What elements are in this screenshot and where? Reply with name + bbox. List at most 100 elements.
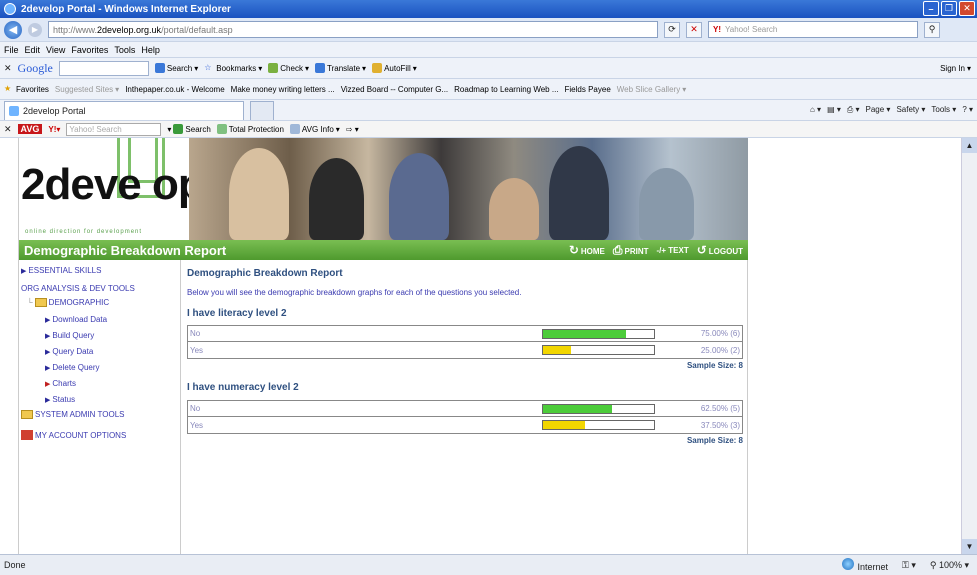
sidebar: ▶ ESSENTIAL SKILLS ORG ANALYSIS & DEV TOO…: [19, 260, 181, 554]
favorites-button[interactable]: ★ Favorites: [4, 84, 49, 94]
fav-item-make-money[interactable]: Make money writing letters ...: [231, 85, 335, 94]
menu-help[interactable]: Help: [141, 45, 160, 55]
scroll-up-icon[interactable]: ▲: [962, 138, 977, 153]
security-zone[interactable]: Internet: [842, 558, 888, 572]
close-button[interactable]: ✕: [959, 1, 975, 16]
avg-protection-button[interactable]: Total Protection: [216, 124, 284, 134]
menu-edit[interactable]: Edit: [25, 45, 41, 55]
google-search-input[interactable]: [58, 60, 149, 76]
menu-view[interactable]: View: [46, 45, 65, 55]
url-domain: 2develop.org.uk: [97, 24, 162, 35]
tools-menu[interactable]: Tools ▾: [931, 105, 956, 115]
yahoo-menu-icon[interactable]: Y!▾: [48, 125, 60, 134]
report-intro: Below you will see the demographic break…: [187, 288, 522, 297]
sidebar-item-query-data[interactable]: ▶ Query Data: [45, 347, 93, 356]
page-menu[interactable]: Page ▾: [866, 105, 891, 115]
arrow-icon-active: ▶: [45, 380, 51, 388]
window-titlebar: 2develop Portal - Windows Internet Explo…: [0, 0, 977, 18]
fav-item-roadmap[interactable]: Roadmap to Learning Web ...: [454, 85, 558, 94]
window-title: 2develop Portal - Windows Internet Explo…: [21, 3, 231, 15]
globe-icon: [842, 558, 855, 570]
page-header-bar: Demographic Breakdown Report ↻ HOME ⎙ PRIN…: [19, 240, 749, 260]
question-table: No 75.00% (6) Yes 25.00% (2): [187, 325, 743, 359]
safety-menu[interactable]: Safety ▾: [896, 105, 925, 115]
text-size-link[interactable]: -/+ TEXT: [656, 246, 688, 255]
google-signin-button[interactable]: Sign In ▾: [940, 64, 971, 73]
arrow-icon: ▶: [45, 332, 51, 340]
sidebar-item-org-analysis[interactable]: ORG ANALYSIS & DEV TOOLS: [21, 284, 135, 293]
status-bar: Done Internet ⚿ ▾ ⚲ 100% ▾: [0, 554, 977, 575]
back-icon[interactable]: ◀: [4, 20, 22, 39]
arrow-icon: ▶: [21, 267, 27, 275]
home-link[interactable]: ↻ HOME: [569, 243, 605, 257]
avg-search-input[interactable]: Yahoo! Search: [66, 122, 162, 136]
sidebar-item-status[interactable]: ▶ Status: [45, 395, 75, 404]
zoom-control[interactable]: ⚲ 100% ▾: [930, 560, 969, 571]
refresh-icon[interactable]: ⟳: [664, 21, 680, 38]
info-icon: [289, 124, 300, 134]
arrow-icon: ▶: [45, 348, 51, 356]
help-icon[interactable]: ? ▾: [962, 105, 973, 115]
menu-tools[interactable]: Tools: [114, 45, 135, 55]
google-autofill-button[interactable]: AutoFill ▾: [372, 63, 417, 73]
menu-favorites[interactable]: Favorites: [71, 45, 108, 55]
yahoo-search-input[interactable]: Y! Yahoo! Search: [708, 21, 918, 38]
vertical-scrollbar[interactable]: ▲ ▼: [961, 138, 977, 554]
tab-2develop-portal[interactable]: 2develop Portal: [4, 101, 244, 120]
answer-value: 75.00% (6): [700, 329, 740, 338]
sidebar-item-demographic[interactable]: └ DEMOGRAPHIC: [27, 298, 109, 307]
sidebar-item-charts[interactable]: ▶ Charts: [45, 379, 76, 388]
sidebar-item-download-data[interactable]: ▶ Download Data: [45, 315, 107, 324]
fav-item-inthepaper[interactable]: Inthepaper.co.uk - Welcome: [125, 85, 224, 94]
sidebar-item-build-query[interactable]: ▶ Build Query: [45, 331, 94, 340]
close-avg-icon[interactable]: ✕: [4, 124, 12, 135]
arrow-icon: ▶: [45, 396, 51, 404]
arrow-icon: ▶: [45, 316, 51, 324]
search-icon[interactable]: ⚲: [924, 21, 940, 38]
ie-icon: [4, 3, 16, 15]
fav-item-web-slice[interactable]: Web Slice Gallery ▾: [617, 85, 686, 94]
google-translate-button[interactable]: Translate ▾: [314, 63, 366, 73]
search-icon: [154, 63, 165, 73]
google-check-button[interactable]: Check ▾: [268, 63, 309, 73]
fav-item-suggested[interactable]: Suggested Sites ▾: [55, 85, 119, 94]
question-title: I have numeracy level 2: [187, 382, 299, 393]
feeds-icon[interactable]: ▤ ▾: [827, 105, 841, 115]
logout-link[interactable]: ↺ LOGOUT: [697, 243, 743, 257]
protected-mode-icon[interactable]: ⚿ ▾: [902, 560, 916, 571]
percent-bar: [542, 403, 655, 414]
site-logo[interactable]: 2deve op: [21, 160, 205, 210]
close-toolbar-icon[interactable]: ✕: [4, 63, 12, 74]
new-tab-button[interactable]: [250, 101, 274, 120]
sidebar-item-delete-query[interactable]: ▶ Delete Query: [45, 363, 100, 372]
question-title: I have literacy level 2: [187, 308, 287, 319]
sidebar-item-system-admin[interactable]: SYSTEM ADMIN TOOLS: [21, 410, 125, 419]
fav-item-fields-payee[interactable]: Fields Payee: [565, 85, 611, 94]
google-bookmarks-button[interactable]: ☆ Bookmarks ▾: [204, 63, 262, 73]
answer-value: 25.00% (2): [700, 345, 740, 355]
print-cmd-icon[interactable]: ⎙ ▾: [847, 105, 860, 115]
avg-extra-button[interactable]: ⇨ ▾: [346, 125, 359, 134]
maximize-button[interactable]: ❐: [941, 1, 957, 16]
avg-search-button[interactable]: ▾ Search: [167, 124, 211, 134]
address-bar[interactable]: http://www. 2develop.org.uk/portal/defaul…: [48, 21, 658, 38]
forward-icon[interactable]: ▶: [28, 22, 42, 37]
home-cmd-icon[interactable]: ⌂ ▾: [810, 105, 821, 115]
google-search-button[interactable]: Search ▾: [154, 63, 198, 73]
stop-icon[interactable]: ✕: [686, 21, 702, 38]
star-icon: ☆: [204, 63, 212, 72]
avg-info-button[interactable]: AVG Info ▾: [289, 124, 340, 134]
percent-bar-fill: [543, 404, 613, 413]
print-link[interactable]: ⎙ PRINT: [613, 243, 649, 258]
table-row: Yes 25.00% (2): [188, 342, 742, 358]
scroll-down-icon[interactable]: ▼: [962, 539, 977, 554]
minimize-button[interactable]: –: [923, 1, 939, 16]
shield-icon: [216, 124, 227, 134]
sidebar-item-essential-skills[interactable]: ▶ ESSENTIAL SKILLS: [21, 266, 101, 275]
fav-item-vizzed[interactable]: Vizzed Board -- Computer G...: [341, 85, 448, 94]
sidebar-item-account-options[interactable]: MY ACCOUNT OPTIONS: [21, 430, 126, 440]
folder-open-icon: [34, 298, 47, 307]
answer-value: 37.50% (3): [700, 420, 740, 430]
menu-file[interactable]: File: [4, 45, 19, 55]
translate-icon: [314, 63, 325, 73]
